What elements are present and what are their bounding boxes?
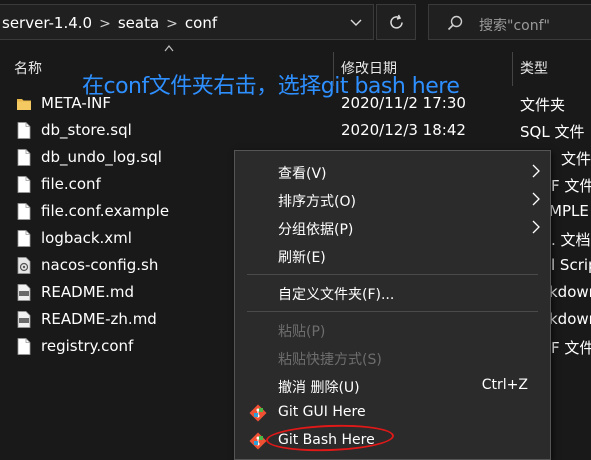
file-type: 文件 [561,150,591,168]
file-type: F 文件 [551,177,591,195]
menu-item-paste-shortcut: 粘贴快捷方式(S) [235,344,550,371]
column-divider[interactable] [512,52,513,86]
chevron-down-icon[interactable] [350,17,362,29]
script-icon [17,257,31,274]
breadcrumb-item[interactable]: server-1.4.0 [2,14,92,32]
menu-item-label: 查看(V) [278,166,327,182]
breadcrumb-separator-icon: > [99,16,111,32]
file-name: README-zh.md [41,310,157,328]
menu-item-git-gui-here[interactable]: Git GUI Here [235,399,550,426]
refresh-icon [390,14,403,29]
chevron-right-icon [532,192,540,206]
refresh-button[interactable] [376,4,416,40]
folder-icon [17,99,31,110]
file-type: . 文档 [551,231,591,249]
file-date: 2020/12/3 18:42 [341,121,466,139]
menu-item-label: 刷新(E) [278,250,326,266]
file-type: SQL 文件 [520,123,585,141]
address-bar[interactable]: server-1.4.0 > seata > conf [0,4,374,40]
file-name: db_store.sql [41,121,132,139]
menu-item-sort-by[interactable]: 排序方式(O) [235,186,550,213]
file-name: nacos-config.sh [41,256,159,274]
file-icon [17,338,31,355]
file-type: l Scrip [551,256,591,274]
file-name: db_undo_log.sql [41,148,162,166]
column-header-type[interactable]: 类型 [520,58,548,78]
breadcrumb-separator-icon: > [166,16,178,32]
chevron-right-icon [532,220,540,234]
file-type: F 文件 [551,339,591,357]
file-icon [17,122,31,139]
menu-item-shortcut: Ctrl+Z [481,377,528,393]
markdown-icon [17,284,31,301]
git-icon [249,404,267,422]
file-name: file.conf.example [41,202,170,220]
markdown-icon [17,311,31,328]
file-icon [17,203,31,220]
column-header-name[interactable]: 名称 [14,58,42,78]
menu-item-refresh[interactable]: 刷新(E) [235,242,550,269]
file-type: MPLE [549,202,589,220]
menu-item-view[interactable]: 查看(V) [235,158,550,185]
search-placeholder: 搜索"conf" [479,18,550,34]
file-type: 文件夹 [520,96,566,114]
search-box[interactable]: 搜索"conf" [428,4,591,40]
file-icon [17,230,31,247]
file-name: logback.xml [41,229,132,247]
menu-item-label: 粘贴快捷方式(S) [278,352,382,368]
file-name: registry.conf [41,337,134,355]
menu-separator [247,311,538,312]
menu-item-customize-folder[interactable]: 自定义文件夹(F)... [235,279,550,306]
context-menu: 查看(V) 排序方式(O) 分组依据(P) 刷新(E) 自定义文件夹(F)...… [234,150,551,460]
file-icon [17,176,31,193]
menu-item-label: 粘贴(P) [278,324,326,340]
search-icon [447,15,463,31]
file-name: file.conf [41,175,101,193]
list-item[interactable]: db_store.sql 2020/12/3 18:42 SQL 文件 [0,117,591,144]
file-name: README.md [41,283,135,301]
file-type: kdown [549,283,591,301]
file-icon [17,149,31,166]
menu-item-label: 自定义文件夹(F)... [278,287,395,303]
menu-separator [247,274,538,275]
menu-item-label: 分组依据(P) [278,222,354,238]
chevron-right-icon [532,164,540,178]
menu-item-undo-delete[interactable]: 撤消 删除(U) Ctrl+Z [235,372,550,399]
menu-item-group-by[interactable]: 分组依据(P) [235,214,550,241]
menu-item-label: 撤消 删除(U) [278,380,360,396]
menu-item-paste: 粘贴(P) [235,316,550,343]
git-icon [249,432,267,450]
menu-item-label: Git GUI Here [278,404,366,420]
breadcrumb: server-1.4.0 > seata > conf [2,14,217,32]
file-type: kdown [549,310,591,328]
breadcrumb-item[interactable]: seata [118,14,159,32]
breadcrumb-item[interactable]: conf [185,14,217,32]
annotation-text: 在conf文件夹右击，选择git bash here [82,74,460,99]
sort-ascending-icon [164,45,174,52]
menu-item-label: 排序方式(O) [278,194,356,210]
top-bar: server-1.4.0 > seata > conf 搜索"conf" [0,0,591,44]
